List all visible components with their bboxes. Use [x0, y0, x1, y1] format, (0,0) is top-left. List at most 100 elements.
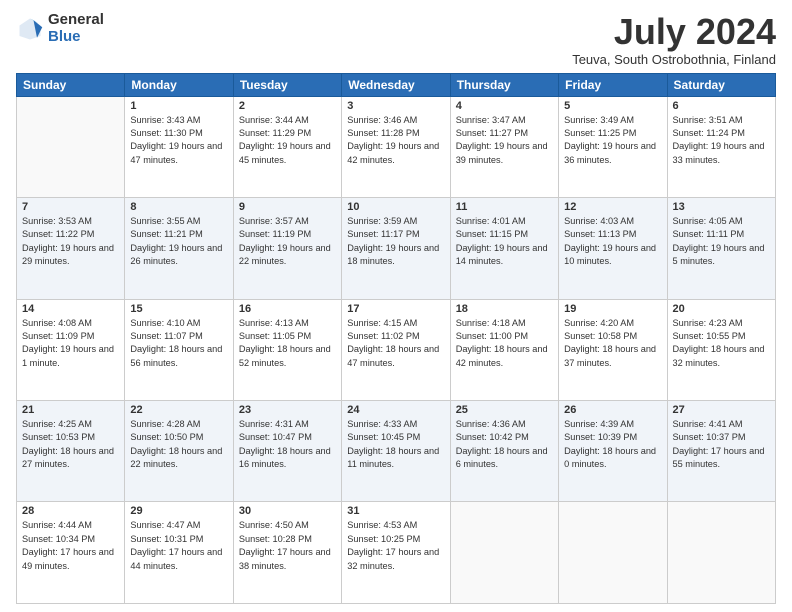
main-title: July 2024 — [572, 12, 776, 52]
calendar-cell: 14Sunrise: 4:08 AM Sunset: 11:09 PM Dayl… — [17, 299, 125, 400]
calendar-cell: 31 Sunrise: 4:53 AM Sunset: 10:25 PM Dayl… — [342, 502, 450, 604]
calendar-cell: 22 Sunrise: 4:28 AM Sunset: 10:50 PM Dayl… — [125, 401, 233, 502]
day-info: Sunrise: 4:41 AM Sunset: 10:37 PM Daylig… — [673, 418, 770, 471]
day-info: Sunrise: 3:51 AM Sunset: 11:24 PM Daylig… — [673, 114, 770, 167]
day-number: 22 — [130, 404, 227, 416]
day-number: 3 — [347, 100, 444, 112]
calendar-cell: 28 Sunrise: 4:44 AM Sunset: 10:34 PM Dayl… — [17, 502, 125, 604]
calendar-cell: 2 Sunrise: 3:44 AM Sunset: 11:29 PM Dayli… — [233, 96, 341, 197]
calendar-cell: 21Sunrise: 4:25 AM Sunset: 10:53 PM Dayl… — [17, 401, 125, 502]
calendar-cell: 9 Sunrise: 3:57 AM Sunset: 11:19 PM Dayli… — [233, 198, 341, 299]
day-number: 2 — [239, 100, 336, 112]
day-number: 18 — [456, 303, 553, 315]
day-number: 5 — [564, 100, 661, 112]
day-info: Sunrise: 4:47 AM Sunset: 10:31 PM Daylig… — [130, 519, 227, 572]
day-info: Sunrise: 4:20 AM Sunset: 10:58 PM Daylig… — [564, 317, 661, 370]
calendar-cell: 25Sunrise: 4:36 AM Sunset: 10:42 PM Dayl… — [450, 401, 558, 502]
header-cell-saturday: Saturday — [667, 73, 775, 96]
day-info: Sunrise: 4:15 AM Sunset: 11:02 PM Daylig… — [347, 317, 444, 370]
header-cell-sunday: Sunday — [17, 73, 125, 96]
day-number: 7 — [22, 201, 119, 213]
day-info: Sunrise: 4:05 AM Sunset: 11:11 PM Daylig… — [673, 215, 770, 268]
header-cell-tuesday: Tuesday — [233, 73, 341, 96]
calendar-cell: 20Sunrise: 4:23 AM Sunset: 10:55 PM Dayl… — [667, 299, 775, 400]
day-info: Sunrise: 4:18 AM Sunset: 11:00 PM Daylig… — [456, 317, 553, 370]
calendar-cell: 18 Sunrise: 4:18 AM Sunset: 11:00 PM Dayl… — [450, 299, 558, 400]
day-info: Sunrise: 3:46 AM Sunset: 11:28 PM Daylig… — [347, 114, 444, 167]
day-number: 9 — [239, 201, 336, 213]
day-number: 13 — [673, 201, 770, 213]
day-info: Sunrise: 3:49 AM Sunset: 11:25 PM Daylig… — [564, 114, 661, 167]
day-number: 30 — [239, 505, 336, 517]
header: General Blue July 2024 Teuva, South Ostr… — [16, 12, 776, 67]
calendar-cell: 7Sunrise: 3:53 AM Sunset: 11:22 PM Dayli… — [17, 198, 125, 299]
day-number: 8 — [130, 201, 227, 213]
calendar-row: 14Sunrise: 4:08 AM Sunset: 11:09 PM Dayl… — [17, 299, 776, 400]
day-number: 19 — [564, 303, 661, 315]
calendar-cell: 3 Sunrise: 3:46 AM Sunset: 11:28 PM Dayli… — [342, 96, 450, 197]
header-cell-friday: Friday — [559, 73, 667, 96]
calendar-cell: 11Sunrise: 4:01 AM Sunset: 11:15 PM Dayl… — [450, 198, 558, 299]
calendar-table: SundayMondayTuesdayWednesdayThursdayFrid… — [16, 73, 776, 604]
day-number: 21 — [22, 404, 119, 416]
title-block: July 2024 Teuva, South Ostrobothnia, Fin… — [572, 12, 776, 67]
calendar-cell: 6 Sunrise: 3:51 AM Sunset: 11:24 PM Dayli… — [667, 96, 775, 197]
day-info: Sunrise: 4:50 AM Sunset: 10:28 PM Daylig… — [239, 519, 336, 572]
day-number: 10 — [347, 201, 444, 213]
day-number: 17 — [347, 303, 444, 315]
day-info: Sunrise: 4:10 AM Sunset: 11:07 PM Daylig… — [130, 317, 227, 370]
calendar-cell: 23 Sunrise: 4:31 AM Sunset: 10:47 PM Dayl… — [233, 401, 341, 502]
logo: General Blue — [16, 12, 104, 45]
calendar-cell: 29 Sunrise: 4:47 AM Sunset: 10:31 PM Dayl… — [125, 502, 233, 604]
subtitle: Teuva, South Ostrobothnia, Finland — [572, 52, 776, 67]
calendar-row: 7Sunrise: 3:53 AM Sunset: 11:22 PM Dayli… — [17, 198, 776, 299]
logo-general: General — [48, 12, 104, 29]
calendar-cell — [450, 502, 558, 604]
calendar-cell — [559, 502, 667, 604]
calendar-row: 21Sunrise: 4:25 AM Sunset: 10:53 PM Dayl… — [17, 401, 776, 502]
day-number: 14 — [22, 303, 119, 315]
day-number: 28 — [22, 505, 119, 517]
calendar-cell: 4Sunrise: 3:47 AM Sunset: 11:27 PM Dayli… — [450, 96, 558, 197]
day-number: 26 — [564, 404, 661, 416]
day-number: 24 — [347, 404, 444, 416]
day-number: 25 — [456, 404, 553, 416]
day-number: 12 — [564, 201, 661, 213]
logo-icon — [16, 15, 44, 43]
calendar-cell — [667, 502, 775, 604]
day-info: Sunrise: 3:55 AM Sunset: 11:21 PM Daylig… — [130, 215, 227, 268]
day-number: 31 — [347, 505, 444, 517]
calendar-cell — [17, 96, 125, 197]
day-info: Sunrise: 4:01 AM Sunset: 11:15 PM Daylig… — [456, 215, 553, 268]
header-cell-monday: Monday — [125, 73, 233, 96]
day-info: Sunrise: 4:53 AM Sunset: 10:25 PM Daylig… — [347, 519, 444, 572]
calendar-cell: 17 Sunrise: 4:15 AM Sunset: 11:02 PM Dayl… — [342, 299, 450, 400]
day-info: Sunrise: 4:31 AM Sunset: 10:47 PM Daylig… — [239, 418, 336, 471]
day-info: Sunrise: 4:28 AM Sunset: 10:50 PM Daylig… — [130, 418, 227, 471]
logo-blue: Blue — [48, 29, 104, 46]
day-number: 29 — [130, 505, 227, 517]
day-info: Sunrise: 4:44 AM Sunset: 10:34 PM Daylig… — [22, 519, 119, 572]
calendar-cell: 8 Sunrise: 3:55 AM Sunset: 11:21 PM Dayli… — [125, 198, 233, 299]
calendar-cell: 12Sunrise: 4:03 AM Sunset: 11:13 PM Dayl… — [559, 198, 667, 299]
logo-text: General Blue — [48, 12, 104, 45]
day-info: Sunrise: 4:13 AM Sunset: 11:05 PM Daylig… — [239, 317, 336, 370]
day-info: Sunrise: 4:39 AM Sunset: 10:39 PM Daylig… — [564, 418, 661, 471]
day-number: 23 — [239, 404, 336, 416]
calendar-row: 28 Sunrise: 4:44 AM Sunset: 10:34 PM Dayl… — [17, 502, 776, 604]
page: General Blue July 2024 Teuva, South Ostr… — [0, 0, 792, 612]
calendar-cell: 5 Sunrise: 3:49 AM Sunset: 11:25 PM Dayli… — [559, 96, 667, 197]
day-number: 27 — [673, 404, 770, 416]
day-number: 16 — [239, 303, 336, 315]
day-info: Sunrise: 3:57 AM Sunset: 11:19 PM Daylig… — [239, 215, 336, 268]
calendar-cell: 24Sunrise: 4:33 AM Sunset: 10:45 PM Dayl… — [342, 401, 450, 502]
day-info: Sunrise: 3:43 AM Sunset: 11:30 PM Daylig… — [130, 114, 227, 167]
day-number: 6 — [673, 100, 770, 112]
calendar-row: 1Sunrise: 3:43 AM Sunset: 11:30 PM Dayli… — [17, 96, 776, 197]
day-info: Sunrise: 3:59 AM Sunset: 11:17 PM Daylig… — [347, 215, 444, 268]
calendar-cell: 30 Sunrise: 4:50 AM Sunset: 10:28 PM Dayl… — [233, 502, 341, 604]
day-info: Sunrise: 3:44 AM Sunset: 11:29 PM Daylig… — [239, 114, 336, 167]
calendar-cell: 15Sunrise: 4:10 AM Sunset: 11:07 PM Dayl… — [125, 299, 233, 400]
header-row: SundayMondayTuesdayWednesdayThursdayFrid… — [17, 73, 776, 96]
calendar-cell: 13 Sunrise: 4:05 AM Sunset: 11:11 PM Dayl… — [667, 198, 775, 299]
